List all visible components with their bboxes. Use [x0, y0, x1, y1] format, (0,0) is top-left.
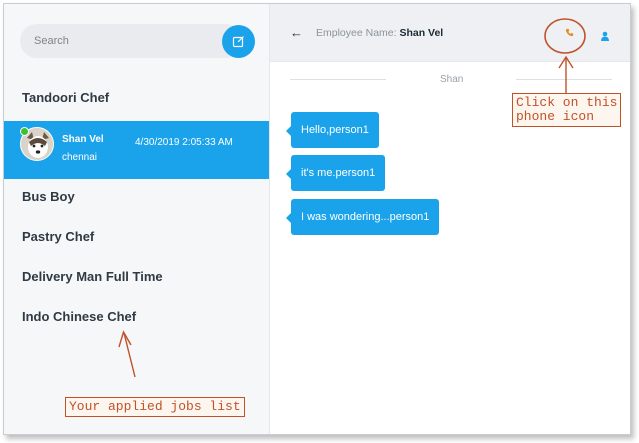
job-item-indo-chinese-chef[interactable]: Indo Chinese Chef [4, 296, 269, 336]
back-arrow-icon[interactable]: ← [290, 25, 303, 40]
compose-button[interactable] [222, 25, 255, 58]
online-status-dot [20, 127, 29, 136]
chat-header: ← Employee Name: Shan Vel [270, 4, 630, 62]
active-chat-location: chennai [62, 152, 98, 163]
message-bubble: Hello,person1 [286, 112, 379, 148]
job-item-tandoori-chef[interactable]: Tandoori Chef [4, 77, 269, 117]
employee-name: Shan Vel [399, 27, 444, 39]
phone-annotation: Click on this phone icon [512, 93, 622, 127]
employee-name-label: Employee Name: Shan Vel [316, 27, 444, 39]
active-chat-name: Shan Vel [62, 134, 104, 145]
active-chat-timestamp: 4/30/2019 2:05:33 AM [135, 137, 233, 148]
sidebar: Tandoori Chef Shan Vel 4/30/2019 2:05:33… [4, 4, 270, 434]
job-item-pastry-chef[interactable]: Pastry Chef [4, 216, 269, 256]
message-bubble: I was wondering...person1 [285, 199, 440, 235]
day-divider-right [516, 79, 612, 80]
jobs-annotation: Your applied jobs list [65, 397, 245, 417]
phone-icon[interactable] [565, 28, 574, 40]
day-label: Shan [440, 74, 464, 85]
user-icon[interactable] [600, 28, 610, 41]
job-item-bus-boy[interactable]: Bus Boy [4, 176, 269, 216]
job-item-delivery-man[interactable]: Delivery Man Full Time [4, 256, 269, 296]
compose-icon [232, 36, 244, 48]
message-bubble: it's me.person1 [285, 155, 386, 191]
day-divider-left [290, 79, 386, 80]
search-input[interactable] [20, 24, 242, 58]
active-chat-item[interactable]: Shan Vel 4/30/2019 2:05:33 AM chennai [4, 121, 269, 179]
